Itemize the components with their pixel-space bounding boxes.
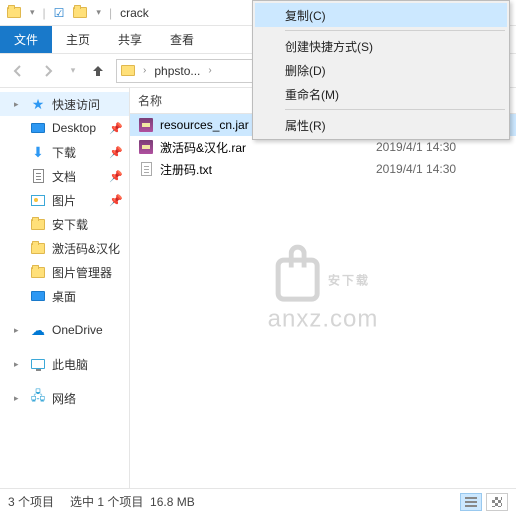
context-create-shortcut[interactable]: 创建快捷方式(S) bbox=[255, 34, 507, 58]
menu-separator bbox=[285, 30, 505, 31]
sidebar-quick-access[interactable]: ▸ ★ 快速访问 bbox=[0, 92, 129, 116]
file-name: 激活码&汉化.rar bbox=[160, 139, 246, 156]
expand-icon[interactable]: ▸ bbox=[14, 359, 24, 370]
forward-button[interactable] bbox=[36, 59, 60, 83]
separator: | bbox=[43, 6, 46, 20]
sidebar: ▸ ★ 快速访问 Desktop 📌 ⬇ 下载 📌 文档 📌 图片 📌 安下载 bbox=[0, 88, 130, 488]
chevron-right-icon[interactable]: › bbox=[141, 65, 148, 76]
pin-icon: 📌 bbox=[109, 194, 123, 207]
tab-share[interactable]: 共享 bbox=[104, 26, 156, 53]
watermark: 安下载 anxz.com bbox=[268, 258, 379, 334]
downloads-icon: ⬇ bbox=[30, 144, 46, 160]
context-properties[interactable]: 属性(R) bbox=[255, 113, 507, 137]
file-date: 2019/4/1 14:30 bbox=[376, 140, 516, 154]
status-selected: 选中 1 个项目 16.8 MB bbox=[70, 493, 195, 510]
file-date: 2019/4/1 14:30 bbox=[376, 162, 516, 176]
folder-icon bbox=[121, 65, 135, 76]
tab-view[interactable]: 查看 bbox=[156, 26, 208, 53]
pin-icon: 📌 bbox=[109, 170, 123, 183]
up-button[interactable] bbox=[86, 59, 110, 83]
menu-separator bbox=[285, 109, 505, 110]
desktop-icon bbox=[30, 120, 46, 136]
sidebar-item-downloads[interactable]: ⬇ 下载 📌 bbox=[0, 140, 129, 164]
network-icon: 🖧 bbox=[30, 390, 46, 406]
onedrive-icon: ☁ bbox=[30, 322, 46, 338]
pin-icon: 📌 bbox=[109, 122, 123, 135]
breadcrumb[interactable]: phpsto... bbox=[152, 64, 202, 78]
sidebar-item-label: OneDrive bbox=[52, 323, 103, 337]
watermark-text: 安下载 bbox=[328, 271, 370, 288]
folder-icon bbox=[72, 5, 88, 21]
pin-icon: 📌 bbox=[109, 146, 123, 159]
dropdown-icon[interactable]: ▾ bbox=[96, 7, 101, 18]
check-icon[interactable]: ☑ bbox=[54, 6, 65, 20]
folder-icon bbox=[30, 240, 46, 256]
file-list-area: 名称 resources_cn.jar 2017/7/21 20:16 激活码&… bbox=[130, 88, 516, 488]
context-rename[interactable]: 重命名(M) bbox=[255, 82, 507, 106]
sidebar-item-desktop[interactable]: Desktop 📌 bbox=[0, 116, 129, 140]
separator: | bbox=[109, 6, 112, 20]
context-delete[interactable]: 删除(D) bbox=[255, 58, 507, 82]
context-copy[interactable]: 复制(C) bbox=[255, 3, 507, 27]
sidebar-item-label: 此电脑 bbox=[52, 356, 88, 373]
sidebar-item-pictures[interactable]: 图片 📌 bbox=[0, 188, 129, 212]
sidebar-item-label: Desktop bbox=[52, 121, 96, 135]
sidebar-item-label: 激活码&汉化 bbox=[52, 240, 120, 257]
desktop-icon bbox=[30, 288, 46, 304]
sidebar-item-folder[interactable]: 桌面 bbox=[0, 284, 129, 308]
view-icons-button[interactable] bbox=[486, 493, 508, 511]
view-details-button[interactable] bbox=[460, 493, 482, 511]
sidebar-this-pc[interactable]: ▸ 此电脑 bbox=[0, 352, 129, 376]
pictures-icon bbox=[30, 192, 46, 208]
sidebar-item-label: 桌面 bbox=[52, 288, 76, 305]
sidebar-item-documents[interactable]: 文档 📌 bbox=[0, 164, 129, 188]
sidebar-item-label: 文档 bbox=[52, 168, 76, 185]
window-title: crack bbox=[120, 6, 149, 20]
folder-icon bbox=[30, 216, 46, 232]
sidebar-item-label: 图片管理器 bbox=[52, 264, 112, 281]
folder-icon bbox=[30, 264, 46, 280]
sidebar-item-label: 快速访问 bbox=[52, 96, 100, 113]
sidebar-item-label: 图片 bbox=[52, 192, 76, 209]
expand-icon[interactable]: ▸ bbox=[14, 393, 24, 404]
pc-icon bbox=[30, 356, 46, 372]
archive-icon bbox=[138, 139, 154, 155]
sidebar-item-label: 下载 bbox=[52, 144, 76, 161]
back-button[interactable] bbox=[6, 59, 30, 83]
lock-icon bbox=[276, 258, 320, 302]
history-dropdown-icon[interactable]: ▾ bbox=[66, 59, 80, 83]
sidebar-item-folder[interactable]: 激活码&汉化 bbox=[0, 236, 129, 260]
expand-icon[interactable]: ▸ bbox=[14, 325, 24, 336]
tab-file[interactable]: 文件 bbox=[0, 26, 52, 53]
sidebar-item-label: 网络 bbox=[52, 390, 76, 407]
tab-home[interactable]: 主页 bbox=[52, 26, 104, 53]
sidebar-item-label: 安下载 bbox=[52, 216, 88, 233]
file-name: 注册码.txt bbox=[160, 161, 212, 178]
documents-icon bbox=[30, 168, 46, 184]
sidebar-network[interactable]: ▸ 🖧 网络 bbox=[0, 386, 129, 410]
status-bar: 3 个项目 选中 1 个项目 16.8 MB bbox=[0, 488, 516, 514]
chevron-right-icon[interactable]: › bbox=[206, 65, 213, 76]
expand-icon[interactable]: ▸ bbox=[14, 99, 24, 110]
sidebar-item-folder[interactable]: 图片管理器 bbox=[0, 260, 129, 284]
file-name: resources_cn.jar bbox=[160, 118, 249, 132]
main-area: ▸ ★ 快速访问 Desktop 📌 ⬇ 下载 📌 文档 📌 图片 📌 安下载 bbox=[0, 88, 516, 488]
sidebar-onedrive[interactable]: ▸ ☁ OneDrive bbox=[0, 318, 129, 342]
context-menu: 复制(C) 创建快捷方式(S) 删除(D) 重命名(M) 属性(R) bbox=[252, 0, 510, 140]
archive-icon bbox=[138, 117, 154, 133]
dropdown-icon[interactable]: ▾ bbox=[30, 7, 35, 18]
file-row[interactable]: 注册码.txt 2019/4/1 14:30 bbox=[130, 158, 516, 180]
folder-icon bbox=[6, 5, 22, 21]
watermark-url: anxz.com bbox=[268, 306, 379, 334]
sidebar-item-folder[interactable]: 安下载 bbox=[0, 212, 129, 236]
status-item-count: 3 个项目 bbox=[8, 493, 54, 510]
text-file-icon bbox=[138, 161, 154, 177]
star-icon: ★ bbox=[30, 96, 46, 112]
